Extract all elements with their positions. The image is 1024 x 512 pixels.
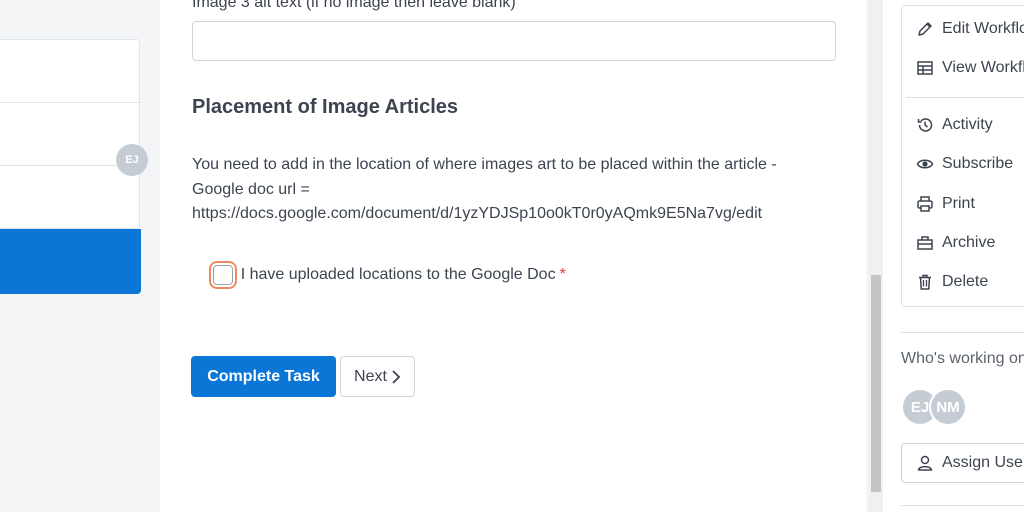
task-list: [0, 39, 140, 229]
menu-print[interactable]: Print: [916, 195, 975, 213]
description-line: You need to add in the location of where…: [192, 156, 777, 173]
task-list-item[interactable]: [0, 40, 140, 103]
description-line: Google doc url =: [192, 180, 310, 198]
menu-edit-workflow[interactable]: Edit Workflow: [916, 20, 1024, 38]
workflow-menu: Edit Workflow View Workflow Activity Sub…: [901, 5, 1024, 307]
complete-task-button[interactable]: Complete Task: [191, 356, 336, 397]
menu-view-workflow[interactable]: View Workflow: [916, 59, 1024, 77]
menu-label: Edit Workflow: [942, 20, 1024, 37]
upload-confirm-text: I have uploaded locations to the Google …: [240, 266, 556, 283]
menu-label: View Workflow: [942, 59, 1024, 76]
history-icon: [917, 118, 933, 132]
pencil-icon: [918, 22, 932, 36]
scrollbar-thumb[interactable]: [871, 275, 881, 492]
next-label: Next: [354, 367, 387, 385]
menu-subscribe[interactable]: Subscribe: [916, 155, 1013, 173]
task-form: Image 3 alt text (if no image then leave…: [160, 0, 866, 512]
avatar[interactable]: NM: [929, 388, 967, 426]
menu-label: Print: [942, 195, 975, 212]
trash-icon: [919, 274, 931, 290]
required-asterisk: *: [559, 266, 566, 283]
table-icon: [917, 61, 933, 75]
upload-confirm-checkbox[interactable]: [212, 265, 233, 285]
menu-divider: [906, 97, 1024, 98]
printer-icon: [917, 196, 933, 212]
right-sidebar: Edit Workflow View Workflow Activity Sub…: [883, 0, 1024, 512]
image-alt-text-input[interactable]: [192, 21, 836, 61]
upload-confirm-label[interactable]: I have uploaded locations to the Google …: [241, 266, 566, 284]
main-scrollbar[interactable]: [869, 0, 883, 512]
user-icon: [917, 455, 933, 471]
menu-archive[interactable]: Archive: [916, 234, 995, 252]
google-doc-url: https://docs.google.com/document/d/1yzYD…: [192, 205, 763, 222]
task-list-item[interactable]: [0, 166, 140, 228]
menu-label: Activity: [942, 116, 993, 133]
chevron-right-icon: [392, 369, 401, 384]
sidebar-divider: [901, 332, 1024, 333]
assign-users-label: Assign Users: [942, 454, 1024, 471]
menu-label: Subscribe: [942, 155, 1014, 172]
working-on-label: Who's working on this?: [901, 350, 1024, 367]
menu-label: Delete: [942, 273, 989, 290]
section-description: You need to add in the location of where…: [192, 153, 842, 227]
menu-label: Archive: [942, 234, 996, 251]
archive-icon: [917, 236, 933, 250]
task-list-item-active[interactable]: [0, 229, 141, 294]
left-panel: EJ: [0, 0, 160, 512]
section-title: Placement of Image Articles: [192, 96, 459, 118]
menu-delete[interactable]: Delete: [916, 273, 988, 291]
eye-icon: [916, 159, 934, 169]
image-alt-text-label: Image 3 alt text (if no image then leave…: [192, 0, 516, 11]
assign-users-button[interactable]: Assign Users: [901, 443, 1024, 483]
menu-activity[interactable]: Activity: [916, 116, 993, 134]
sidebar-divider: [901, 505, 1024, 506]
next-button[interactable]: Next: [340, 356, 415, 397]
upload-confirm-row: 1 I have uploaded locations to the Googl…: [208, 265, 566, 285]
avatar: EJ: [116, 144, 148, 176]
